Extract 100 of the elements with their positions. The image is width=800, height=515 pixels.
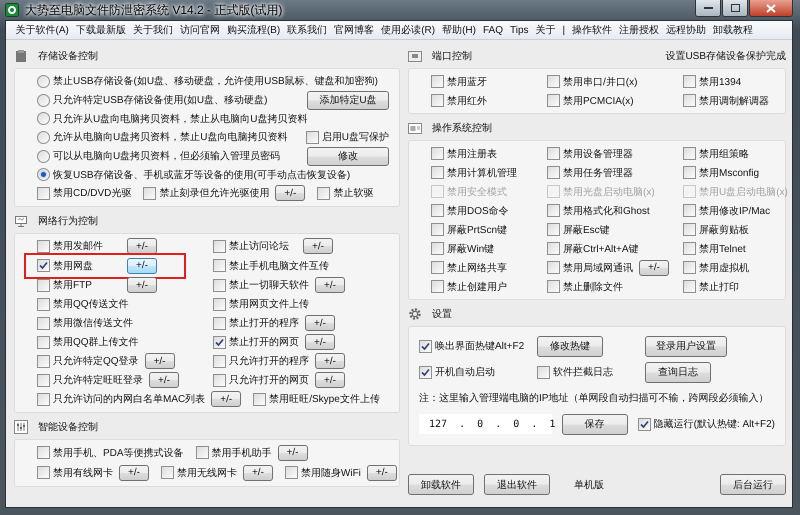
checkbox[interactable] xyxy=(213,240,226,252)
checkbox[interactable] xyxy=(213,316,226,330)
edit-list-button[interactable]: +/- xyxy=(639,260,669,276)
checkbox[interactable] xyxy=(37,259,50,272)
checkbox[interactable] xyxy=(213,336,226,348)
checkbox[interactable] xyxy=(213,259,226,272)
checkbox[interactable] xyxy=(683,242,696,255)
radio-button[interactable] xyxy=(37,168,50,182)
checkbox[interactable] xyxy=(213,278,226,292)
menu-item[interactable]: FAQ xyxy=(479,24,506,36)
checkbox[interactable] xyxy=(253,392,266,406)
radio-button[interactable] xyxy=(37,130,50,144)
checkbox[interactable] xyxy=(213,374,226,386)
checkbox[interactable] xyxy=(431,166,444,179)
edit-list-button[interactable]: +/- xyxy=(211,391,242,407)
checkbox[interactable] xyxy=(306,130,319,144)
checkbox[interactable] xyxy=(37,374,50,386)
checkbox[interactable] xyxy=(37,466,50,479)
checkbox[interactable] xyxy=(683,280,696,293)
push-button[interactable]: 添加特定U盘 xyxy=(307,90,389,110)
checkbox[interactable] xyxy=(547,242,560,255)
edit-list-button[interactable]: +/- xyxy=(127,258,157,274)
edit-list-button[interactable]: +/- xyxy=(144,353,175,369)
radio-button[interactable] xyxy=(37,112,50,126)
menu-item[interactable]: 官网博客 xyxy=(330,23,378,37)
checkbox[interactable] xyxy=(683,204,696,217)
checkbox[interactable] xyxy=(213,354,226,368)
checkbox[interactable] xyxy=(160,466,174,479)
checkbox[interactable] xyxy=(547,147,560,160)
edit-list-button[interactable]: +/- xyxy=(303,238,333,254)
checkbox[interactable] xyxy=(37,186,50,200)
checkbox[interactable] xyxy=(213,298,226,310)
checkbox[interactable] xyxy=(431,223,444,236)
push-button[interactable]: 卸载软件 xyxy=(408,474,474,495)
edit-list-button[interactable]: +/- xyxy=(366,464,397,480)
checkbox[interactable] xyxy=(547,223,560,236)
checkbox[interactable] xyxy=(537,366,550,378)
menu-item[interactable]: 卸载教程 xyxy=(710,23,786,37)
checkbox[interactable] xyxy=(683,94,696,107)
edit-list-button[interactable]: +/- xyxy=(305,315,335,331)
checkbox[interactable] xyxy=(431,94,444,107)
checkbox[interactable] xyxy=(431,261,444,274)
checkbox[interactable] xyxy=(431,280,444,293)
push-button[interactable]: 登录用户设置 xyxy=(645,336,727,356)
checkbox[interactable] xyxy=(683,147,696,160)
checkbox[interactable] xyxy=(547,280,560,293)
menu-item[interactable]: 下载最新版 xyxy=(72,23,130,37)
edit-list-button[interactable]: +/- xyxy=(242,464,273,480)
edit-list-button[interactable]: +/- xyxy=(275,185,306,202)
close-button[interactable] xyxy=(749,0,793,17)
push-button[interactable]: 修改 xyxy=(307,146,389,166)
menu-item[interactable]: 关于软件(A) xyxy=(12,23,72,37)
checkbox[interactable] xyxy=(547,204,560,217)
checkbox[interactable] xyxy=(143,186,156,200)
checkbox[interactable] xyxy=(683,75,696,88)
radio-button[interactable] xyxy=(37,74,50,88)
checkbox[interactable] xyxy=(419,340,432,352)
checkbox[interactable] xyxy=(547,166,560,179)
push-button[interactable]: 保存 xyxy=(562,414,628,434)
edit-list-button[interactable]: +/- xyxy=(149,372,179,388)
checkbox[interactable] xyxy=(284,466,298,479)
checkbox[interactable] xyxy=(638,418,651,430)
checkbox[interactable] xyxy=(683,166,696,179)
radio-button[interactable] xyxy=(37,94,50,106)
menu-item[interactable]: Tips xyxy=(506,24,532,36)
edit-list-button[interactable]: +/- xyxy=(305,334,335,350)
maximize-button[interactable] xyxy=(722,0,748,17)
checkbox[interactable] xyxy=(419,366,432,378)
checkbox[interactable] xyxy=(37,316,50,330)
push-button[interactable]: 退出软件 xyxy=(484,474,550,495)
menu-item[interactable]: 注册授权 xyxy=(616,23,663,37)
checkbox[interactable] xyxy=(683,223,696,236)
checkbox[interactable] xyxy=(431,204,444,217)
checkbox[interactable] xyxy=(317,186,330,200)
menu-item[interactable]: 联系我们 xyxy=(284,23,331,37)
checkbox[interactable] xyxy=(37,298,50,310)
checkbox[interactable] xyxy=(196,446,209,459)
checkbox[interactable] xyxy=(37,446,50,459)
menu-item[interactable]: 远程协助 xyxy=(662,23,710,37)
checkbox[interactable] xyxy=(431,75,444,88)
checkbox[interactable] xyxy=(37,240,50,252)
edit-list-button[interactable]: +/- xyxy=(278,444,308,460)
menu-item[interactable]: | xyxy=(559,24,569,36)
menu-item[interactable]: 关于我们 xyxy=(129,23,176,37)
checkbox[interactable] xyxy=(547,261,560,274)
checkbox[interactable] xyxy=(37,336,50,348)
edit-list-button[interactable]: +/- xyxy=(127,238,157,254)
checkbox[interactable] xyxy=(431,242,444,255)
edit-list-button[interactable]: +/- xyxy=(315,353,345,369)
push-button[interactable]: 后台运行 xyxy=(720,474,786,495)
checkbox[interactable] xyxy=(683,261,696,274)
menu-item[interactable]: 使用必读(R) xyxy=(378,23,439,37)
menu-item[interactable]: 关于 xyxy=(532,23,560,37)
checkbox[interactable] xyxy=(547,75,560,88)
edit-list-button[interactable]: +/- xyxy=(127,277,157,293)
edit-list-button[interactable]: +/- xyxy=(315,277,345,293)
edit-list-button[interactable]: +/- xyxy=(119,464,149,480)
menu-item[interactable]: 操作软件 xyxy=(568,23,616,37)
checkbox[interactable] xyxy=(431,147,444,160)
radio-button[interactable] xyxy=(37,150,50,162)
